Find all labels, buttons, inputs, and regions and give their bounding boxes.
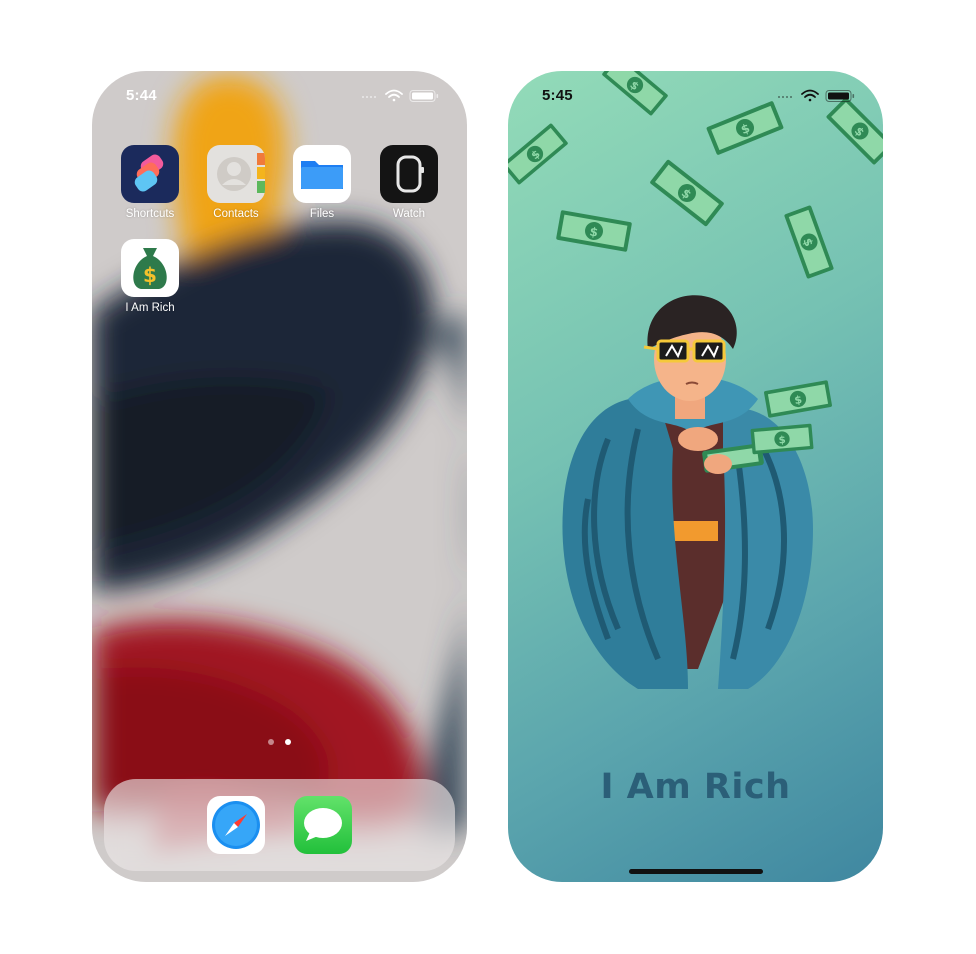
dock (104, 779, 455, 871)
status-time: 5:45 (542, 87, 573, 104)
watch-app-icon[interactable] (380, 145, 438, 203)
contacts-icon (207, 145, 265, 203)
status-time: 5:44 (126, 87, 157, 104)
contacts-app-icon[interactable] (207, 145, 265, 203)
app-title: I Am Rich (600, 767, 791, 807)
cellular-signal-icon (778, 96, 792, 98)
money-bill-icon (555, 209, 633, 253)
battery-icon (825, 90, 855, 102)
money-bill-icon (508, 122, 569, 186)
i-am-rich-app-label: I Am Rich (125, 302, 175, 314)
wifi-icon (385, 89, 403, 102)
money-bill-icon (825, 96, 883, 166)
page-dot-2 (285, 739, 291, 745)
battery-icon (409, 90, 439, 102)
money-bill-icon (601, 71, 669, 117)
money-bill-icon (649, 159, 725, 227)
app-screen: $ (508, 71, 883, 882)
belt-stripe (673, 521, 718, 541)
money-bill-icon (750, 423, 814, 455)
page-indicator[interactable] (268, 738, 292, 746)
money-bill-icon (706, 100, 784, 156)
home-screen: 5:44 Shortcuts Contacts Files Watch $ I … (92, 71, 467, 882)
watch-app-label: Watch (392, 208, 426, 220)
cellular-signal-icon (362, 96, 376, 98)
contacts-app-label: Contacts (213, 208, 259, 220)
files-app-label: Files (309, 208, 335, 220)
svg-text:$: $ (143, 263, 157, 287)
rich-man-fur-coat-illustration (562, 295, 833, 689)
messages-app-icon[interactable] (294, 796, 352, 854)
money-bag-icon: $ (121, 239, 179, 297)
shortcuts-app-label: Shortcuts (125, 208, 175, 220)
safari-app-icon[interactable] (207, 796, 265, 854)
files-folder-icon (293, 145, 351, 203)
shortcuts-app-icon[interactable] (121, 145, 179, 203)
status-icons (362, 89, 439, 102)
page-dot-1 (268, 739, 274, 745)
status-icons (778, 89, 855, 102)
money-bill-icon (763, 380, 833, 418)
watch-icon (380, 145, 438, 203)
home-indicator[interactable] (629, 869, 763, 874)
safari-compass-icon (207, 796, 265, 854)
i-am-rich-app-icon[interactable]: $ (121, 239, 179, 297)
files-app-icon[interactable] (293, 145, 351, 203)
fur-coat-left (562, 397, 688, 689)
messages-bubble-icon (294, 796, 352, 854)
money-bill-icon (783, 204, 835, 280)
shortcuts-icon (121, 145, 179, 203)
wifi-icon (801, 89, 819, 102)
